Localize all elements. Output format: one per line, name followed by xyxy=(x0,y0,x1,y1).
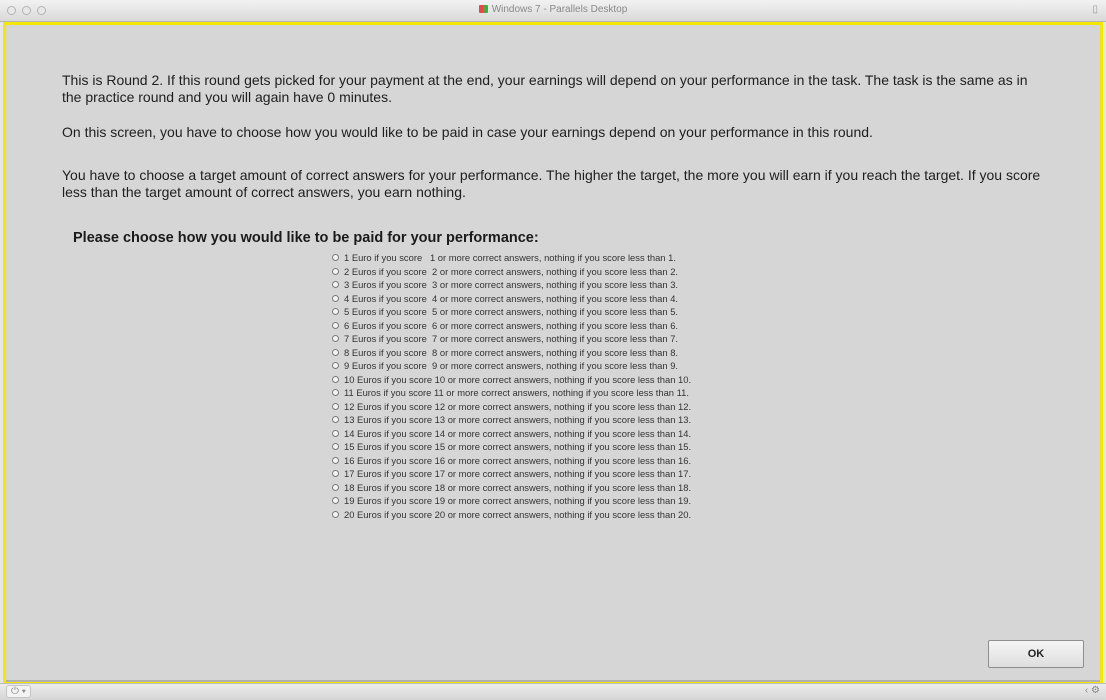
payment-option-label: 8 Euros if you score 8 or more correct a… xyxy=(344,346,679,358)
status-bar: ⏻ ▾ ‹ ⚙ xyxy=(0,683,1106,700)
payment-option[interactable]: 20 Euros if you score 20 or more correct… xyxy=(332,508,852,522)
windows-logo-icon xyxy=(478,5,488,13)
radio-button[interactable] xyxy=(332,497,339,505)
payment-option[interactable]: 3 Euros if you score 3 or more correct a… xyxy=(332,278,852,292)
payment-option-label: 5 Euros if you score 5 or more correct a… xyxy=(344,306,679,318)
experiment-screen: This is Round 2. If this round gets pick… xyxy=(6,25,1100,682)
payment-option[interactable]: 8 Euros if you score 8 or more correct a… xyxy=(332,346,852,360)
radio-button[interactable] xyxy=(332,294,339,302)
payment-option[interactable]: 4 Euros if you score 4 or more correct a… xyxy=(332,292,852,306)
payment-option[interactable]: 11 Euros if you score 11 or more correct… xyxy=(332,386,852,400)
radio-button[interactable] xyxy=(332,510,339,518)
payment-option[interactable]: 10 Euros if you score 10 or more correct… xyxy=(332,373,852,387)
radio-button[interactable] xyxy=(332,416,339,424)
payment-option-label: 12 Euros if you score 12 or more correct… xyxy=(344,400,692,412)
window-title: Windows 7 - Parallels Desktop xyxy=(0,4,1106,15)
payment-option[interactable]: 18 Euros if you score 18 or more correct… xyxy=(332,481,852,495)
payment-option-label: 16 Euros if you score 16 or more correct… xyxy=(344,454,692,466)
payment-option[interactable]: 1 Euro if you score 1 or more correct an… xyxy=(332,251,852,265)
radio-button[interactable] xyxy=(332,402,339,410)
payment-option-label: 6 Euros if you score 6 or more correct a… xyxy=(344,319,679,331)
window-titlebar: Windows 7 - Parallels Desktop ▯ xyxy=(0,0,1106,22)
payment-option-label: 11 Euros if you score 11 or more correct… xyxy=(344,387,689,399)
radio-button[interactable] xyxy=(332,470,339,478)
radio-button[interactable] xyxy=(332,362,339,370)
payment-option[interactable]: 12 Euros if you score 12 or more correct… xyxy=(332,400,852,414)
payment-option-label: 17 Euros if you score 17 or more correct… xyxy=(344,468,692,480)
payment-option[interactable]: 13 Euros if you score 13 or more correct… xyxy=(332,413,852,427)
radio-button[interactable] xyxy=(332,281,339,289)
radio-button[interactable] xyxy=(332,348,339,356)
payment-options-list: 1 Euro if you score 1 or more correct an… xyxy=(332,251,852,521)
payment-option[interactable]: 6 Euros if you score 6 or more correct a… xyxy=(332,319,852,333)
payment-option[interactable]: 2 Euros if you score 2 or more correct a… xyxy=(332,265,852,279)
radio-button[interactable] xyxy=(332,254,339,262)
payment-option-label: 1 Euro if you score 1 or more correct an… xyxy=(344,252,676,264)
payment-option[interactable]: 5 Euros if you score 5 or more correct a… xyxy=(332,305,852,319)
window-title-text: Windows 7 - Parallels Desktop xyxy=(491,4,628,15)
payment-option[interactable]: 9 Euros if you score 9 or more correct a… xyxy=(332,359,852,373)
settings-icon[interactable]: ‹ ⚙ xyxy=(1085,685,1100,696)
payment-option-label: 4 Euros if you score 4 or more correct a… xyxy=(344,292,679,304)
round-intro-text: This is Round 2. If this round gets pick… xyxy=(62,72,1028,105)
payment-option[interactable]: 15 Euros if you score 15 or more correct… xyxy=(332,440,852,454)
payment-option-label: 9 Euros if you score 9 or more correct a… xyxy=(344,360,679,372)
payment-option[interactable]: 14 Euros if you score 14 or more correct… xyxy=(332,427,852,441)
radio-button[interactable] xyxy=(332,483,339,491)
radio-button[interactable] xyxy=(332,429,339,437)
payment-option[interactable]: 19 Euros if you score 19 or more correct… xyxy=(332,494,852,508)
parallels-icon[interactable]: ▯ xyxy=(1092,4,1098,15)
ok-button[interactable]: OK xyxy=(988,640,1084,668)
target-explanation-text: You have to choose a target amount of co… xyxy=(62,167,1041,200)
radio-button[interactable] xyxy=(332,443,339,451)
payment-option-label: 13 Euros if you score 13 or more correct… xyxy=(344,414,692,426)
radio-button[interactable] xyxy=(332,456,339,464)
payment-option-label: 7 Euros if you score 7 or more correct a… xyxy=(344,333,679,345)
payment-option[interactable]: 17 Euros if you score 17 or more correct… xyxy=(332,467,852,481)
payment-option-label: 14 Euros if you score 14 or more correct… xyxy=(344,427,692,439)
payment-option[interactable]: 7 Euros if you score 7 or more correct a… xyxy=(332,332,852,346)
power-icon[interactable]: ⏻ ▾ xyxy=(6,685,31,698)
radio-button[interactable] xyxy=(332,267,339,275)
payment-option-label: 20 Euros if you score 20 or more correct… xyxy=(344,508,692,520)
payment-option-label: 3 Euros if you score 3 or more correct a… xyxy=(344,279,679,291)
radio-button[interactable] xyxy=(332,389,339,397)
payment-option[interactable]: 16 Euros if you score 16 or more correct… xyxy=(332,454,852,468)
payment-choice-text: On this screen, you have to choose how y… xyxy=(62,124,873,140)
payment-option-label: 19 Euros if you score 19 or more correct… xyxy=(344,495,692,507)
payment-option-label: 10 Euros if you score 10 or more correct… xyxy=(344,373,692,385)
payment-option-label: 18 Euros if you score 18 or more correct… xyxy=(344,481,692,493)
radio-button[interactable] xyxy=(332,335,339,343)
radio-button[interactable] xyxy=(332,321,339,329)
radio-button[interactable] xyxy=(332,375,339,383)
radio-button[interactable] xyxy=(332,308,339,316)
guest-window: This is Round 2. If this round gets pick… xyxy=(3,22,1103,683)
payment-option-label: 15 Euros if you score 15 or more correct… xyxy=(344,441,692,453)
choice-heading: Please choose how you would like to be p… xyxy=(73,230,539,246)
payment-option-label: 2 Euros if you score 2 or more correct a… xyxy=(344,265,679,277)
